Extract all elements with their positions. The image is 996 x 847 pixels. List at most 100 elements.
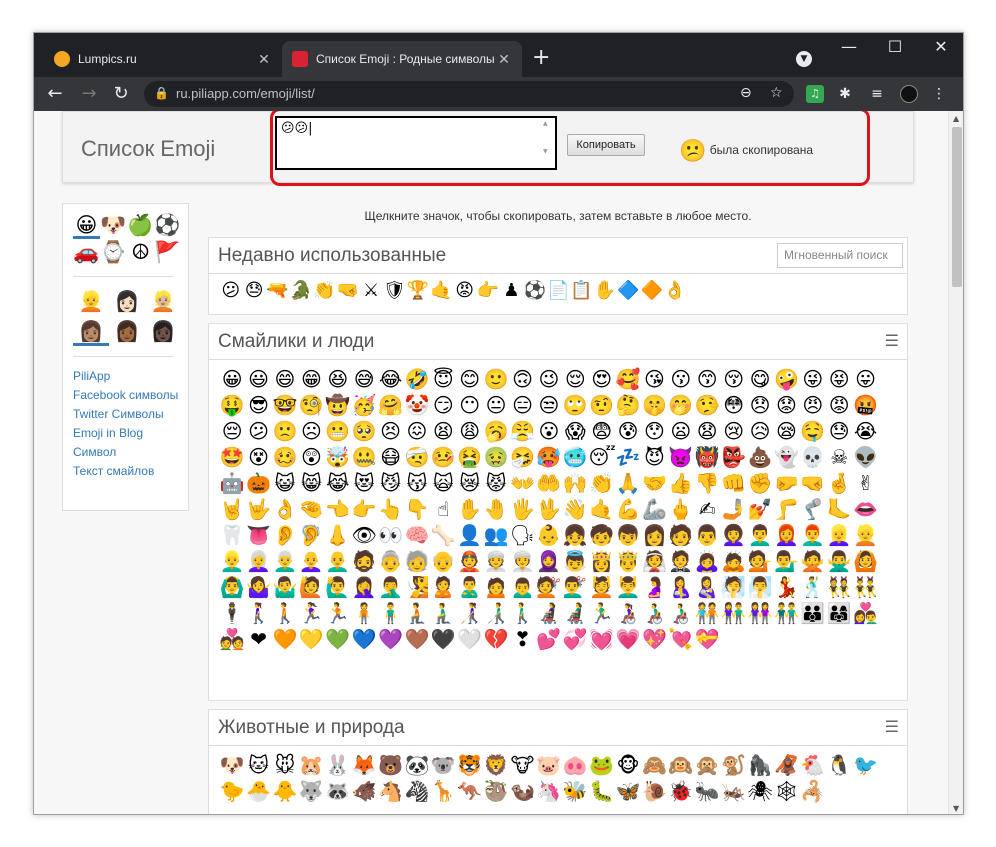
emoji-item[interactable]: 🙃: [509, 366, 535, 392]
emoji-item[interactable]: 🖕: [668, 496, 694, 522]
emoji-item[interactable]: 🤖: [219, 470, 245, 496]
emoji-item[interactable]: 👌: [272, 496, 298, 522]
emoji-item[interactable]: 🤦‍♀️: [351, 574, 377, 600]
emoji-item[interactable]: 🤛: [773, 470, 799, 496]
emoji-item[interactable]: 💇: [536, 574, 562, 600]
emoji-item[interactable]: 👻: [773, 444, 799, 470]
sidebar-link[interactable]: Символ: [73, 446, 185, 459]
emoji-item[interactable]: 👯‍♂️: [852, 574, 878, 600]
emoji-item[interactable]: 😋: [747, 366, 773, 392]
page-scrollbar[interactable]: ▲ ▼: [948, 111, 963, 814]
emoji-item[interactable]: 😎: [245, 392, 271, 418]
emoji-item[interactable]: 😥: [747, 418, 773, 444]
emoji-item[interactable]: 😫: [430, 418, 456, 444]
tab-lumpics[interactable]: Lumpics.ru ✕: [44, 41, 282, 77]
tab-close-icon[interactable]: ✕: [496, 51, 512, 68]
emoji-item[interactable]: 🙁: [272, 418, 298, 444]
emoji-item[interactable]: 👏: [588, 470, 614, 496]
lock-icon[interactable]: 🔒: [154, 86, 169, 100]
emoji-item[interactable]: 💜: [377, 626, 403, 652]
emoji-item[interactable]: 😔: [219, 418, 245, 444]
emoji-item[interactable]: 🧒: [588, 522, 614, 548]
emoji-item[interactable]: 🐹: [298, 752, 324, 778]
emoji-item[interactable]: 💞: [562, 626, 588, 652]
emoji-item[interactable]: 🥰: [615, 366, 641, 392]
emoji-item[interactable]: 👉: [351, 496, 377, 522]
category-emoji-button[interactable]: ⚽: [154, 212, 181, 239]
emoji-item[interactable]: 🤤: [800, 418, 826, 444]
emoji-item[interactable]: 🏃‍♀️: [298, 600, 324, 626]
emoji-item[interactable]: 😊: [457, 366, 483, 392]
emoji-item[interactable]: 👰: [641, 548, 667, 574]
emoji-item[interactable]: 🙍: [483, 574, 509, 600]
emoji-item[interactable]: 🙇: [720, 548, 746, 574]
emoji-item[interactable]: 🔶: [640, 279, 663, 303]
emoji-item[interactable]: 🦶: [826, 496, 852, 522]
emoji-item[interactable]: ✋: [593, 279, 616, 303]
emoji-item[interactable]: 🙍‍♂️: [509, 574, 535, 600]
emoji-item[interactable]: 👸: [588, 548, 614, 574]
emoji-item[interactable]: 🤫: [641, 392, 667, 418]
category-emoji-button[interactable]: 🐶: [100, 212, 127, 239]
emoji-item[interactable]: 👩‍🍼: [694, 574, 720, 600]
emoji-item[interactable]: 🧖: [720, 574, 746, 600]
emoji-item[interactable]: 👨‍🦯: [483, 600, 509, 626]
emoji-item[interactable]: 🚶: [272, 600, 298, 626]
emoji-item[interactable]: 🐽: [562, 752, 588, 778]
emoji-item[interactable]: 😵: [245, 444, 271, 470]
emoji-item[interactable]: 👪: [800, 600, 826, 626]
emoji-item[interactable]: 👄: [852, 496, 878, 522]
emoji-item[interactable]: 👈: [325, 496, 351, 522]
emoji-item[interactable]: 🏃: [325, 600, 351, 626]
emoji-item[interactable]: 🤮: [457, 444, 483, 470]
emoji-item[interactable]: 👁: [351, 522, 377, 548]
emoji-item[interactable]: ⚽: [523, 279, 546, 303]
emoji-item[interactable]: 👱‍♀️: [826, 522, 852, 548]
emoji-item[interactable]: 💘: [668, 626, 694, 652]
emoji-item[interactable]: 😈: [641, 444, 667, 470]
emoji-item[interactable]: ✌: [852, 470, 878, 496]
emoji-item[interactable]: 👳: [483, 548, 509, 574]
emoji-item[interactable]: 🤨: [588, 392, 614, 418]
emoji-item[interactable]: 👱‍♂️: [219, 548, 245, 574]
emoji-item[interactable]: 👯: [826, 574, 852, 600]
instant-search-input[interactable]: Мгновенный поиск: [777, 243, 903, 268]
emoji-item[interactable]: ♟: [500, 279, 523, 303]
emoji-item[interactable]: 🥳: [351, 392, 377, 418]
emoji-item[interactable]: 🦷: [219, 522, 245, 548]
emoji-item[interactable]: 💗: [615, 626, 641, 652]
emoji-item[interactable]: 👶: [536, 522, 562, 548]
emoji-item[interactable]: 🐻: [377, 752, 403, 778]
emoji-item[interactable]: 😏: [430, 392, 456, 418]
emoji-item[interactable]: 🙎: [430, 574, 456, 600]
emoji-item[interactable]: 🤟: [245, 496, 271, 522]
emoji-item[interactable]: 👨‍🦲: [325, 548, 351, 574]
emoji-item[interactable]: 👩‍❤️‍👨: [852, 600, 878, 626]
emoji-item[interactable]: 😰: [615, 418, 641, 444]
emoji-item[interactable]: 😪: [773, 418, 799, 444]
zoom-icon[interactable]: ⊖: [740, 85, 752, 101]
smileys-menu-icon[interactable]: ☰: [885, 324, 899, 360]
emoji-item[interactable]: 🔫: [266, 279, 289, 303]
emoji-item[interactable]: 😠: [800, 392, 826, 418]
emoji-item[interactable]: 🦒: [430, 778, 456, 804]
emoji-item[interactable]: 🥴: [272, 444, 298, 470]
extensions-puzzle-icon[interactable]: ✱: [836, 85, 854, 103]
emoji-item[interactable]: 🐷: [536, 752, 562, 778]
emoji-item[interactable]: 🤐: [351, 444, 377, 470]
emoji-item[interactable]: 💅: [747, 496, 773, 522]
emoji-item[interactable]: 🤘: [219, 496, 245, 522]
emoji-item[interactable]: 🐨: [430, 752, 456, 778]
emoji-item[interactable]: 😉: [536, 366, 562, 392]
emoji-item[interactable]: 😆: [325, 366, 351, 392]
back-arrow-icon[interactable]: ←: [44, 83, 66, 104]
emoji-item[interactable]: 🧠: [404, 522, 430, 548]
emoji-item[interactable]: 😳: [720, 392, 746, 418]
emoji-item[interactable]: 😷: [377, 444, 403, 470]
emoji-item[interactable]: 🦘: [457, 778, 483, 804]
emoji-item[interactable]: 👦: [615, 522, 641, 548]
emoji-item[interactable]: 😁: [298, 366, 324, 392]
emoji-item[interactable]: 🗣: [509, 522, 535, 548]
address-bar[interactable]: 🔒 ru.piliapp.com/emoji/list/ ⊖ ☆: [144, 81, 794, 107]
emoji-item[interactable]: 🦿: [800, 496, 826, 522]
